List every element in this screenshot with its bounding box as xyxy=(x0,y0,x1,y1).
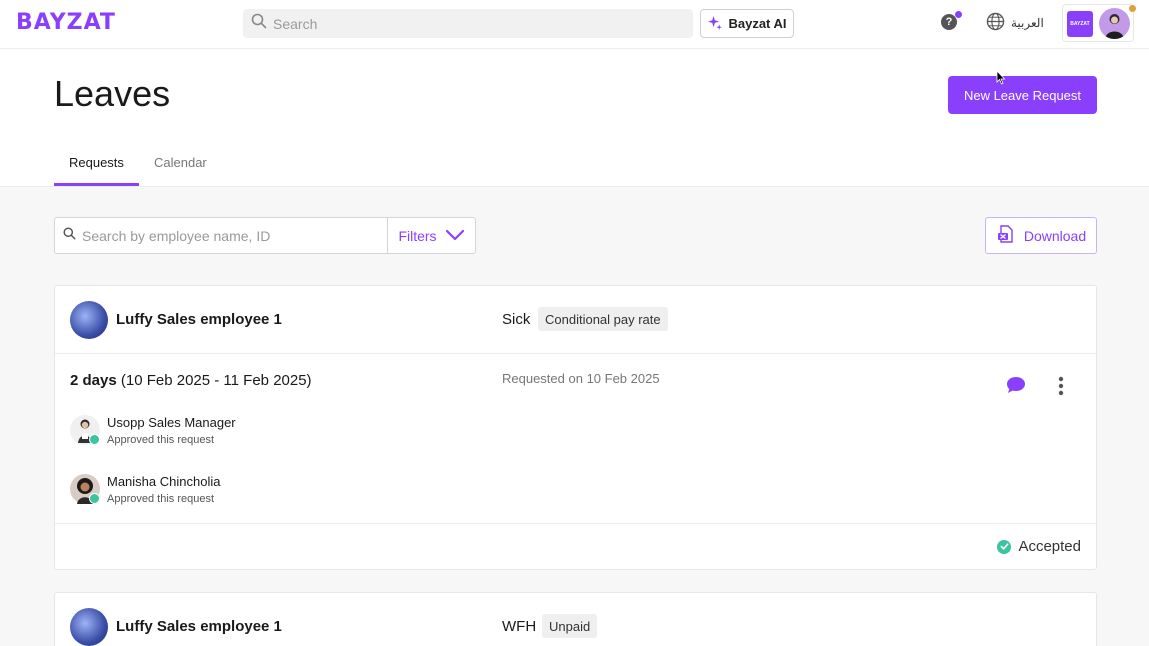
active-tab-indicator xyxy=(54,183,139,186)
sparkle-icon xyxy=(707,15,723,33)
avatar xyxy=(1099,8,1130,39)
employee-search-box[interactable] xyxy=(54,217,388,254)
leave-request-card[interactable]: Luffy Sales employee 1 WFH Unpaid xyxy=(54,592,1097,646)
employee-name[interactable]: Luffy Sales employee 1 xyxy=(116,311,282,328)
approver-name: Usopp Sales Manager xyxy=(107,415,236,430)
top-navigation-bar: BAYZAT Bayzat AI ? العربية BAYZAT xyxy=(0,0,1149,49)
leave-duration: 2 days (10 Feb 2025 - 11 Feb 2025) xyxy=(70,372,312,389)
approver-status: Approved this request xyxy=(107,434,215,446)
status-label: Accepted xyxy=(1018,538,1081,555)
approver-item: Manisha Chincholia Approved this request xyxy=(70,472,370,506)
filters-label: Filters xyxy=(398,227,437,244)
leave-type: WFH xyxy=(502,618,537,635)
language-label: العربية xyxy=(1011,16,1044,30)
page-header: Leaves New Leave Request Requests Calend… xyxy=(0,49,1149,187)
check-circle-icon xyxy=(89,434,100,445)
approver-status: Approved this request xyxy=(107,493,215,505)
duration-range: (10 Feb 2025 - 11 Feb 2025) xyxy=(120,372,312,389)
bayzat-ai-button[interactable]: Bayzat AI xyxy=(700,9,794,38)
employee-search-input[interactable] xyxy=(82,227,382,244)
check-circle-icon xyxy=(997,539,1012,554)
global-search-input[interactable] xyxy=(273,15,673,32)
card-header: Luffy Sales employee 1 Sick Conditional … xyxy=(55,286,1096,354)
notification-dot xyxy=(955,11,962,18)
globe-icon xyxy=(986,12,1005,34)
bayzat-logo[interactable]: BAYZAT xyxy=(16,10,116,35)
pay-rate-badge: Unpaid xyxy=(542,614,598,638)
new-leave-request-button[interactable]: New Leave Request xyxy=(948,76,1097,114)
approver-name: Manisha Chincholia xyxy=(107,474,221,489)
card-footer: Accepted xyxy=(55,523,1096,570)
download-button[interactable]: Download xyxy=(985,217,1097,254)
search-icon xyxy=(251,13,267,34)
company-logo: BAYZAT xyxy=(1067,11,1093,37)
status-badge: Accepted xyxy=(997,538,1081,555)
comment-icon[interactable] xyxy=(1006,376,1026,399)
chevron-down-icon xyxy=(445,228,465,244)
excel-file-icon xyxy=(996,224,1016,247)
filters-button[interactable]: Filters xyxy=(387,217,476,254)
status-dot xyxy=(1129,5,1136,12)
requested-on-date: Requested on 10 Feb 2025 xyxy=(502,371,660,386)
page-title: Leaves xyxy=(54,73,171,114)
duration-days: 2 days xyxy=(70,372,117,389)
more-vertical-icon[interactable] xyxy=(1058,376,1064,401)
pay-rate-badge: Conditional pay rate xyxy=(538,307,668,331)
leave-request-card[interactable]: Luffy Sales employee 1 Sick Conditional … xyxy=(54,285,1097,570)
leave-type: Sick xyxy=(502,311,531,328)
language-switcher[interactable]: العربية xyxy=(986,12,1044,34)
download-label: Download xyxy=(1023,227,1087,244)
approver-item: Usopp Sales Manager Approved this reques… xyxy=(70,413,370,447)
bayzat-ai-label: Bayzat AI xyxy=(728,16,787,31)
company-user-switcher[interactable]: BAYZAT xyxy=(1062,4,1136,42)
check-circle-icon xyxy=(89,493,100,504)
global-search-box[interactable] xyxy=(243,9,693,38)
employee-name[interactable]: Luffy Sales employee 1 xyxy=(116,618,282,635)
search-icon xyxy=(63,226,76,245)
avatar xyxy=(70,301,108,339)
tab-calendar[interactable]: Calendar xyxy=(154,155,207,170)
avatar xyxy=(70,608,108,646)
mouse-cursor-icon xyxy=(996,69,1006,90)
card-header: Luffy Sales employee 1 WFH Unpaid xyxy=(55,593,1096,646)
tab-requests[interactable]: Requests xyxy=(69,155,124,170)
